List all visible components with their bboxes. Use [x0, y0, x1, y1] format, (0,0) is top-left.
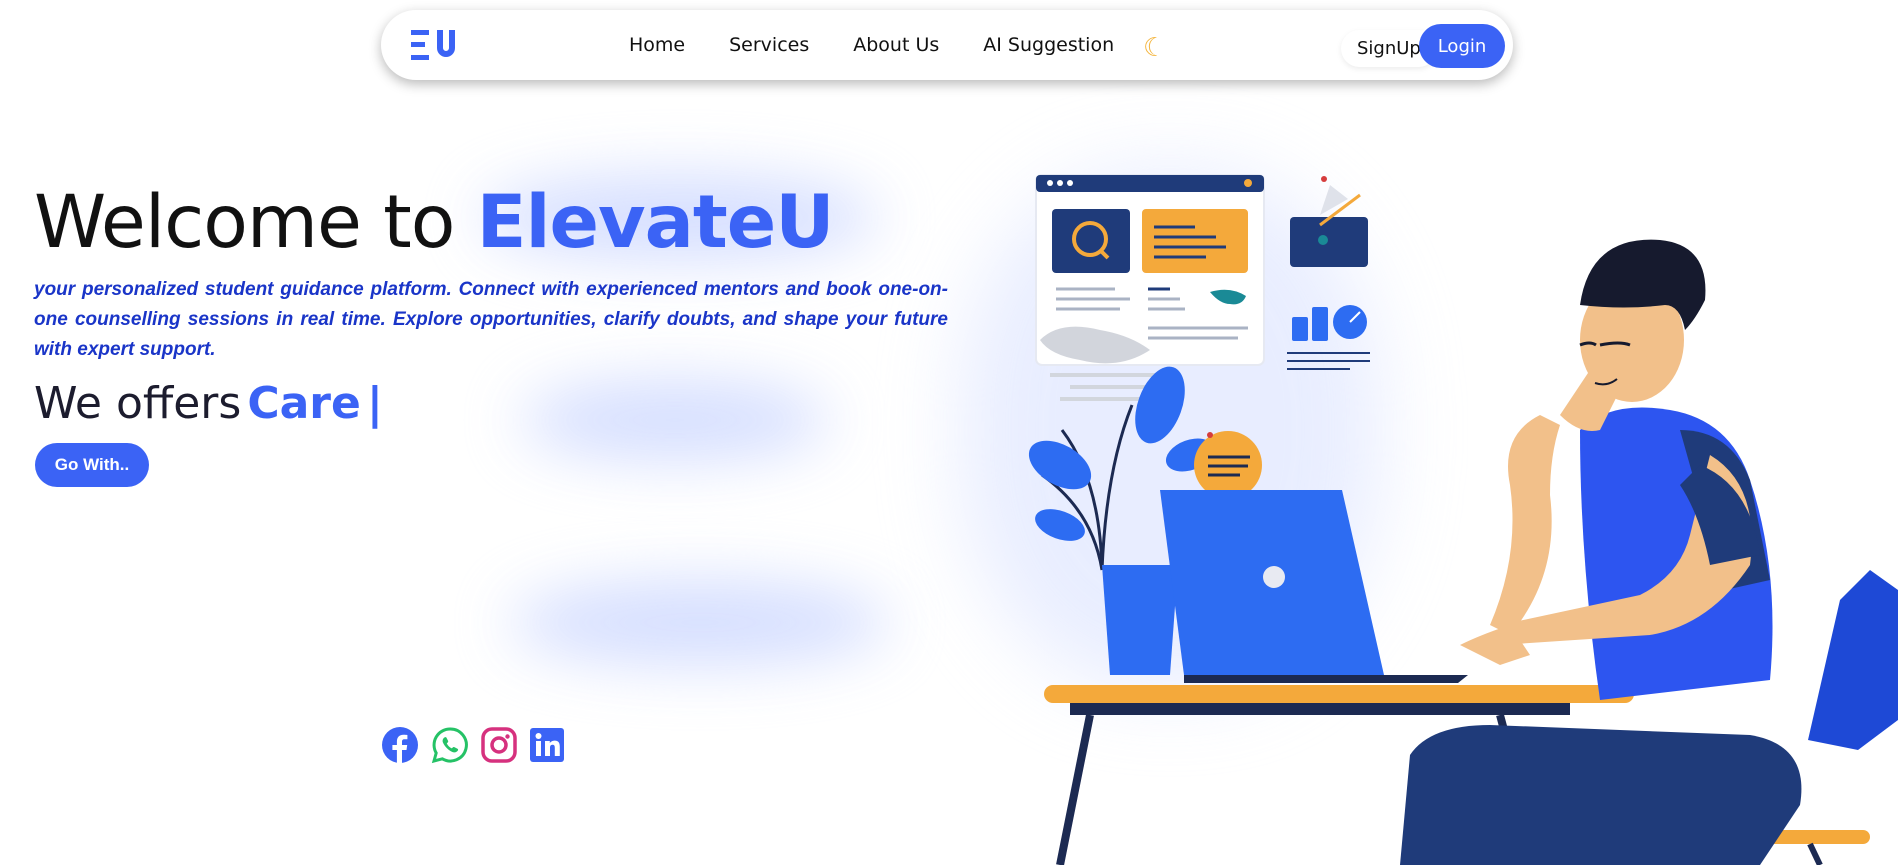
offers-word: Care [247, 378, 361, 429]
folder-illustration [1290, 176, 1368, 267]
login-button[interactable]: Login [1419, 24, 1505, 68]
hero-title-prefix: Welcome to [34, 180, 477, 265]
person-illustration [1400, 239, 1898, 865]
go-with-button[interactable]: Go With.. [35, 443, 149, 487]
bg-blob [520, 380, 830, 460]
navbar: Home Services About Us AI Suggestion ☾ S… [381, 10, 1513, 80]
hero-description: your personalized student guidance platf… [34, 279, 948, 360]
instagram-icon[interactable] [480, 726, 518, 764]
browser-window-illustration [1035, 174, 1265, 401]
bg-blob [510, 580, 890, 665]
logo[interactable] [409, 28, 463, 62]
hero-title-brand: ElevateU [476, 180, 835, 265]
facebook-icon[interactable] [381, 726, 419, 764]
hero-title: Welcome to ElevateU [34, 180, 835, 265]
whatsapp-icon[interactable] [431, 726, 469, 764]
hero-illustration [1028, 174, 1898, 865]
nav-ai-suggestion[interactable]: AI Suggestion [983, 34, 1114, 56]
laptop-illustration [1160, 490, 1468, 683]
linkedin-icon[interactable] [528, 726, 566, 764]
nav-services[interactable]: Services [729, 34, 809, 56]
nav-home[interactable]: Home [629, 34, 685, 56]
offers-typing: We offers Care | [34, 378, 383, 429]
offers-prefix: We offers [34, 378, 242, 429]
typing-cursor: | [366, 378, 383, 429]
moon-icon[interactable]: ☾ [1143, 32, 1166, 63]
mini-chart-illustration [1287, 305, 1370, 370]
chat-bubble-illustration [1194, 431, 1262, 499]
nav-links: Home Services About Us AI Suggestion [629, 10, 1158, 80]
nav-about-us[interactable]: About Us [853, 34, 939, 56]
